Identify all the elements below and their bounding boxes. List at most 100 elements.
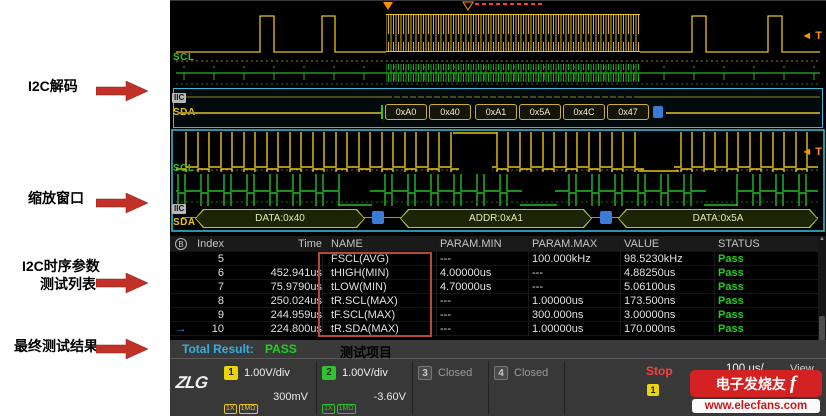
probe-badge: 1X <box>224 404 237 414</box>
annotation-final-result: 最终测试结果 <box>14 336 98 356</box>
table-row[interactable]: 8 250.024us tR.SCL(MAX) --- 1.00000us 17… <box>170 294 818 308</box>
table-row[interactable]: 5 FSCL(AVG) --- 100.000kHz 98.5230kHz Pa… <box>170 252 818 266</box>
trigger-level-marker-zoom: ◄ T <box>801 146 822 158</box>
cell-param-min: 4.00000us <box>436 266 528 280</box>
cell-index: 8 <box>192 294 224 308</box>
impedance-badge: 1MΩ <box>337 404 356 414</box>
annotation-arrow <box>96 80 148 102</box>
annotation-timing-list-line1: I2C时序参数 <box>22 256 100 276</box>
table-row[interactable]: 9 244.959us tF.SCL(MAX) --- 300.000ns 3.… <box>170 308 818 322</box>
selected-row-pointer-icon: → <box>170 322 192 336</box>
trigger-source-badge: 1 <box>647 384 659 396</box>
decode-segment: ADDR:0xA1 <box>400 209 592 228</box>
annotation-timing-list-line2: 测试列表 <box>40 274 96 294</box>
iic-bus-badge-zoom: IIC <box>172 204 186 214</box>
cell-param-min: --- <box>436 308 528 322</box>
decode-value: 0xA0 <box>396 107 417 117</box>
header-index: Index <box>192 236 224 252</box>
cell-status: Pass <box>714 280 818 294</box>
cell-time: 75.9790us <box>224 280 322 294</box>
annotation-arrow <box>96 192 148 214</box>
annotation-i2c-decode: I2C解码 <box>28 76 78 96</box>
annotation-highlight-box <box>318 252 432 337</box>
table-header-row: B Index Time NAME PARAM.MIN PARAM.MAX VA… <box>170 236 818 252</box>
bus-idle-line <box>666 112 820 114</box>
impedance-badge: 1MΩ <box>239 404 258 414</box>
table-row[interactable]: 7 75.9790us tLOW(MIN) 4.70000us --- 5.06… <box>170 280 818 294</box>
cell-time: 452.941us <box>224 266 322 280</box>
table-scrollbar[interactable]: ▲ ▼ <box>818 236 826 356</box>
decode-value: 0xA1 <box>486 107 507 117</box>
cell-index: 10 <box>192 322 224 336</box>
annotated-oscilloscope-screenshot: I2C解码 缩放窗口 I2C时序参数 测试列表 最终测试结果 <box>0 0 826 416</box>
bus-idle-line <box>178 112 382 114</box>
probe-badge: 1X <box>322 404 335 414</box>
decode-byte-box: 0x4C <box>563 104 605 120</box>
decode-value: 0x47 <box>618 107 638 117</box>
cell-value: 170.000ns <box>620 322 714 336</box>
channel-2-badge: 2 <box>322 366 336 380</box>
decode-segment: DATA:0x40 <box>195 209 365 228</box>
channel-3-block[interactable]: 3 Closed <box>414 361 488 415</box>
cell-status: Pass <box>714 322 818 336</box>
cell-index: 9 <box>192 308 224 322</box>
trigger-level-marker: ◄ T <box>801 30 822 42</box>
header-value: VALUE <box>620 236 714 252</box>
stop-condition-icon <box>372 211 384 224</box>
decode-segment-text: ADDR:0xA1 <box>469 213 523 224</box>
stop-condition-icon <box>600 211 612 224</box>
total-result-label: Total Result: <box>182 340 254 358</box>
header-param-max: PARAM.MAX <box>528 236 620 252</box>
decode-segment-text: DATA:0x40 <box>255 213 305 224</box>
channel-2-block[interactable]: 2 1.00V/div -3.60V 1X1MΩ <box>318 361 412 415</box>
channel-4-block[interactable]: 4 Closed <box>490 361 564 415</box>
channel-1-offset: 300mV <box>273 391 308 403</box>
scl-channel-label-zoom: SCL <box>173 163 195 174</box>
annotation-test-items: 测试项目 <box>340 342 392 361</box>
scl-channel-label: SCL <box>173 52 195 63</box>
table-row-selected[interactable]: → 10 224.800us tR.SDA(MAX) --- 1.00000us… <box>170 322 818 336</box>
cell-status: Pass <box>714 294 818 308</box>
channel-1-badge: 1 <box>224 366 238 380</box>
decode-segment: DATA:0x5A <box>618 209 818 228</box>
decode-byte-box: 0x47 <box>607 104 649 120</box>
elecfans-f-logo-icon: f <box>790 373 796 395</box>
header-param-min: PARAM.MIN <box>436 236 528 252</box>
channel-4-state: Closed <box>514 367 548 379</box>
cell-status: Pass <box>714 308 818 322</box>
stop-condition-icon <box>653 106 663 118</box>
b-measure-badge: B <box>175 238 187 250</box>
scroll-up-icon[interactable]: ▲ <box>818 236 826 242</box>
decode-segment-text: DATA:0x5A <box>693 213 744 224</box>
cell-param-max: 1.00000us <box>528 322 620 336</box>
header-time: Time <box>224 236 322 252</box>
decode-value: 0x40 <box>440 107 460 117</box>
channel-3-state: Closed <box>438 367 472 379</box>
cell-status: Pass <box>714 266 818 280</box>
cell-param-min: --- <box>436 294 528 308</box>
cell-param-min: 4.70000us <box>436 280 528 294</box>
oscilloscope-screen: SCL IIC SDA ◄ T 0xA0 0x40 0xA1 0x5A 0x4C… <box>170 0 826 416</box>
run-state-indicator[interactable]: Stop <box>646 364 673 378</box>
zlg-logo: ZLG <box>175 373 209 393</box>
table-row[interactable]: 6 452.941us tHIGH(MIN) 4.00000us --- 4.8… <box>170 266 818 280</box>
cell-param-min: --- <box>436 322 528 336</box>
cell-index: 7 <box>192 280 224 294</box>
total-result-value: PASS <box>265 340 297 358</box>
cell-param-max: 1.00000us <box>528 294 620 308</box>
iic-bus-badge: IIC <box>172 93 186 103</box>
annotation-arrow <box>96 338 148 360</box>
decode-byte-box: 0xA1 <box>475 104 517 120</box>
annotation-arrow <box>96 272 148 294</box>
header-name: NAME <box>322 236 436 252</box>
cell-param-max: --- <box>528 280 620 294</box>
table-badge-cell: B <box>170 236 192 252</box>
cell-value: 5.06100us <box>620 280 714 294</box>
cell-time: 250.024us <box>224 294 322 308</box>
cell-param-max: 100.000kHz <box>528 252 620 266</box>
channel-1-block[interactable]: 1 1.00V/div 300mV 1X1MΩ <box>220 361 314 415</box>
decode-byte-box: 0x40 <box>429 104 471 120</box>
cell-status: Pass <box>714 252 818 266</box>
cell-param-max: --- <box>528 266 620 280</box>
elecfans-watermark: 电子发烧友 f www.elecfans.com <box>690 370 822 413</box>
